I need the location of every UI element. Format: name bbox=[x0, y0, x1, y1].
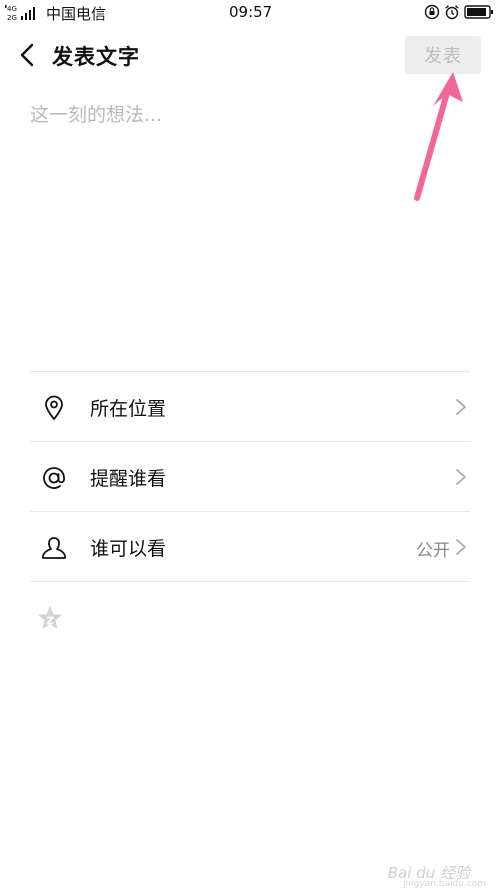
battery-icon bbox=[464, 5, 493, 19]
svg-text:4G: 4G bbox=[7, 5, 17, 13]
back-button[interactable] bbox=[12, 38, 42, 72]
back-arrow-icon bbox=[20, 43, 34, 67]
rotation-lock-icon bbox=[424, 4, 440, 20]
option-label: 提醒谁看 bbox=[90, 468, 167, 490]
visibility-value: 公开 bbox=[416, 541, 450, 561]
page-title: 发表文字 bbox=[52, 45, 140, 69]
alarm-clock-icon bbox=[445, 5, 459, 20]
person-icon bbox=[40, 534, 68, 562]
chevron-right-icon bbox=[456, 469, 466, 485]
status-icons bbox=[424, 3, 494, 21]
star-icon[interactable] bbox=[36, 604, 64, 632]
location-pin-icon bbox=[40, 394, 68, 422]
annotation-arrow-icon bbox=[414, 72, 463, 201]
post-text-input[interactable] bbox=[30, 100, 470, 350]
option-visibility[interactable]: 谁可以看 公开 bbox=[30, 512, 470, 582]
signal-icon: 4G 2G bbox=[5, 5, 35, 22]
svg-text:2G: 2G bbox=[7, 14, 17, 22]
option-mention[interactable]: 提醒谁看 bbox=[30, 442, 470, 512]
option-label: 所在位置 bbox=[90, 398, 167, 420]
carrier-name: 中国电信 bbox=[46, 5, 107, 23]
clock-time: 09:57 bbox=[229, 3, 273, 21]
option-location[interactable]: 所在位置 bbox=[30, 372, 470, 442]
option-label: 谁可以看 bbox=[90, 538, 167, 560]
chevron-right-icon bbox=[456, 539, 466, 555]
chevron-right-icon bbox=[456, 399, 466, 415]
divider bbox=[30, 581, 470, 582]
watermark-url: jingyan.baidu.com bbox=[402, 879, 486, 889]
status-bar: 4G 2G 中国电信 09:57 bbox=[0, 0, 500, 26]
at-icon bbox=[40, 464, 68, 492]
